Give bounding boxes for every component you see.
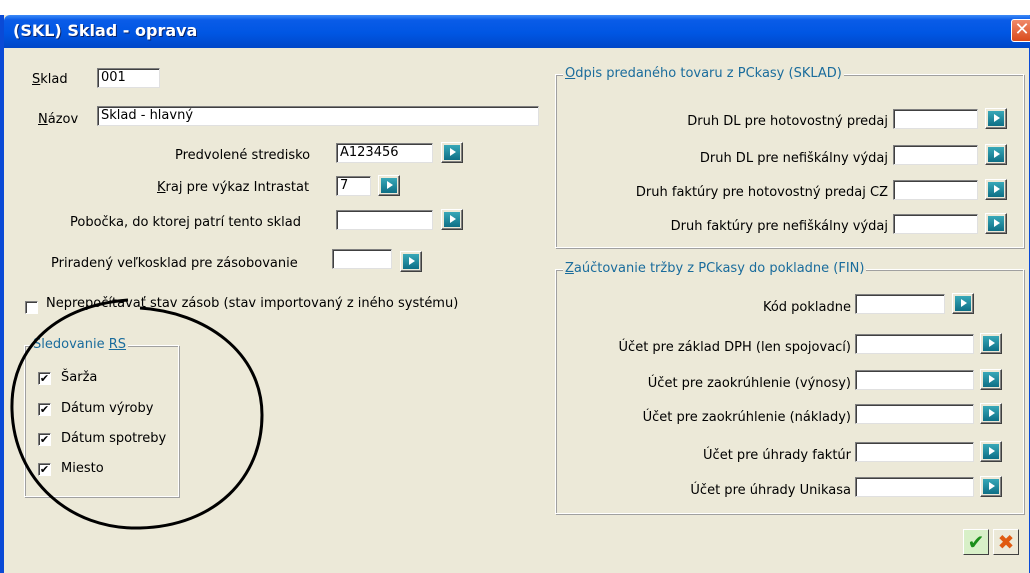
druh-dl-hotovostny-picker-button[interactable] — [985, 108, 1007, 129]
odpis-group-title: Odpis predaného tovaru z PCkasy (SKLAD) — [563, 66, 844, 82]
ucet-zaokruhlenie-naklady-input[interactable] — [855, 404, 974, 424]
ucet-uhrady-faktur-picker-button[interactable] — [980, 441, 1002, 462]
play-arrow-icon — [988, 216, 1004, 231]
ucet-zaklad-dph-picker-button[interactable] — [980, 333, 1002, 354]
play-arrow-icon — [955, 296, 971, 311]
kod-pokladne-picker-button[interactable] — [952, 293, 974, 314]
play-arrow-icon — [983, 336, 999, 351]
play-arrow-icon — [988, 111, 1004, 126]
odpis-field-label: Druh DL pre hotovostný predaj — [687, 114, 888, 129]
cancel-button[interactable]: ✖ — [993, 529, 1019, 555]
druh-dl-nefiskalny-input[interactable] — [893, 145, 978, 165]
odpis-field-label: Druh DL pre nefiškálny výdaj — [699, 151, 888, 166]
ucet-zaokruhlenie-naklady-picker-button[interactable] — [980, 403, 1002, 424]
druh-faktury-nefiskalny-picker-button[interactable] — [985, 213, 1007, 234]
play-arrow-icon — [988, 182, 1004, 197]
druh-faktury-nefiskalny-input[interactable] — [893, 214, 978, 234]
ok-button[interactable]: ✔ — [963, 529, 989, 555]
zauctovanie-field-label: Účet pre úhrady faktúr — [703, 448, 851, 463]
druh-dl-nefiskalny-picker-button[interactable] — [985, 144, 1007, 165]
play-arrow-icon — [983, 444, 999, 459]
zauctovanie-field-label: Účet pre zaokrúhlenie (výnosy) — [647, 376, 851, 391]
druh-faktury-hotovostny-picker-button[interactable] — [985, 179, 1007, 200]
kod-pokladne-input[interactable] — [855, 294, 945, 314]
druh-dl-hotovostny-input[interactable] — [893, 109, 978, 129]
odpis-field-label: Druh faktúry pre nefiškálny výdaj — [670, 219, 888, 234]
play-arrow-icon — [988, 147, 1004, 162]
odpis-field-label: Druh faktúry pre hotovostný predaj CZ — [635, 185, 888, 200]
ucet-uhrady-unikasa-input[interactable] — [855, 477, 974, 497]
zauctovanie-group-title: Zaúčtovanie tržby z PCkasy do pokladne (… — [563, 261, 867, 277]
druh-faktury-hotovostny-input[interactable] — [893, 180, 978, 200]
zauctovanie-field-label: Kód pokladne — [762, 300, 851, 315]
ucet-zaokruhlenie-vynosy-picker-button[interactable] — [980, 369, 1002, 390]
play-arrow-icon — [983, 372, 999, 387]
close-x-icon: ✖ — [997, 530, 1015, 554]
ucet-zaklad-dph-input[interactable] — [855, 334, 974, 354]
ucet-uhrady-unikasa-picker-button[interactable] — [980, 476, 1002, 497]
zauctovanie-field-label: Účet pre zaokrúhlenie (náklady) — [642, 410, 851, 425]
zauctovanie-field-label: Účet pre úhrady Unikasa — [690, 483, 851, 498]
ucet-zaokruhlenie-vynosy-input[interactable] — [855, 370, 974, 390]
zauctovanie-field-label: Účet pre základ DPH (len spojovací) — [618, 340, 851, 355]
ucet-uhrady-faktur-input[interactable] — [855, 442, 974, 462]
checkmark-icon: ✔ — [967, 530, 985, 554]
play-arrow-icon — [983, 479, 999, 494]
play-arrow-icon — [983, 406, 999, 421]
